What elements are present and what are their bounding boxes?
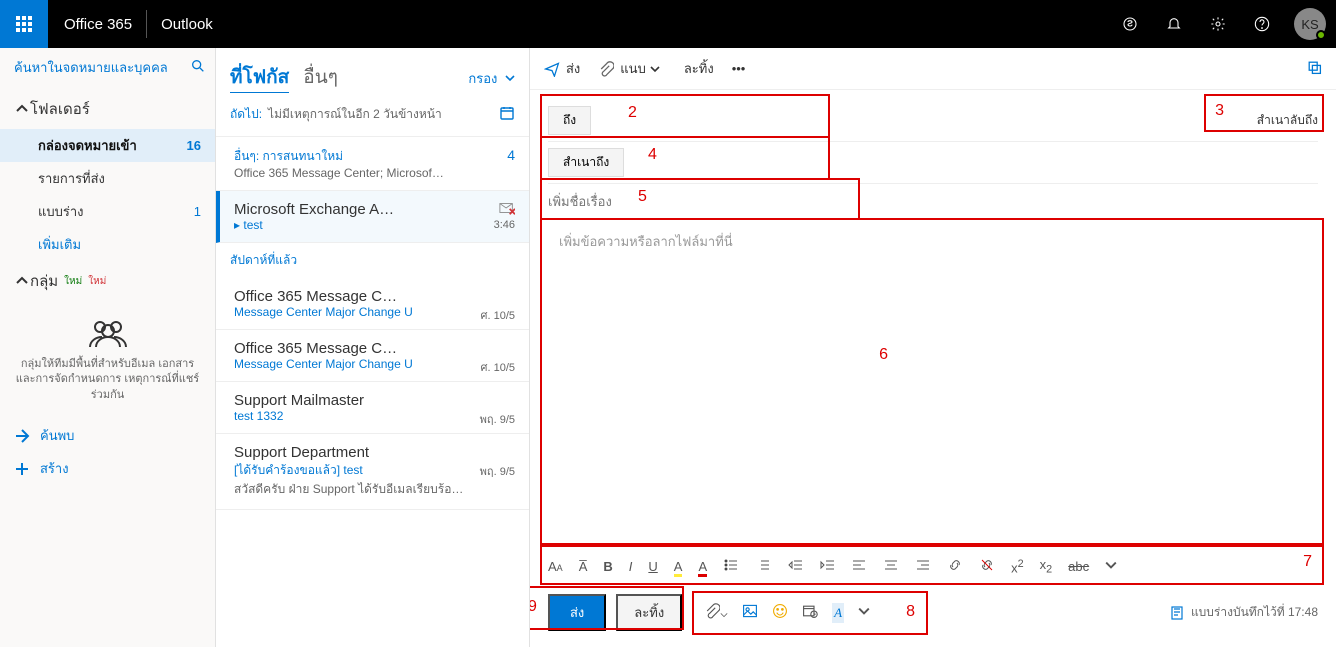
fontfamily-icon[interactable]: A̅ [579, 559, 588, 574]
bold-icon[interactable]: B [603, 559, 612, 574]
subject-field: 5 [548, 184, 1318, 220]
italic-icon[interactable]: I [629, 559, 633, 574]
search-input[interactable] [14, 60, 190, 75]
message-item[interactable]: Support Department [ได้รับคำร้องขอแล้ว] … [216, 434, 529, 510]
nav-more[interactable]: เพิ่มเติม [0, 228, 215, 261]
search-icon[interactable] [190, 58, 206, 77]
unlink-icon[interactable] [979, 557, 995, 576]
dismiss-icon[interactable] [499, 201, 515, 218]
draft-icon [1169, 605, 1185, 621]
more-options-icon[interactable] [858, 605, 870, 620]
nav-create[interactable]: สร้าง [0, 452, 215, 485]
signature-icon[interactable]: A [832, 603, 844, 623]
settings-icon[interactable] [1196, 0, 1240, 48]
message-list-pane: ที่โฟกัส อื่นๆ กรอง ถัดไป: ไม่มีเหตุการณ… [216, 48, 530, 647]
filter-button[interactable]: กรอง [468, 68, 515, 89]
tab-other[interactable]: อื่นๆ [303, 62, 338, 92]
cmd-send[interactable]: ส่ง [544, 58, 580, 79]
subscript-icon[interactable]: x2 [1040, 557, 1053, 576]
nav-discover[interactable]: ค้นพบ [0, 419, 215, 452]
chevron-up-icon [14, 273, 30, 289]
to-input[interactable] [601, 113, 1257, 128]
brand-app: Outlook [161, 16, 213, 33]
notifications-icon[interactable] [1152, 0, 1196, 48]
cc-field: สำเนาถึง 4 [548, 142, 1318, 184]
groups-empty: กลุ่มให้ทีมมีพื้นที่สำหรับอีเมล เอกสาร แ… [0, 301, 215, 419]
align-center-icon[interactable] [883, 557, 899, 576]
nav-inbox[interactable]: กล่องจดหมายเข้า16 [0, 129, 215, 162]
fontcolor-icon[interactable]: A [698, 559, 707, 574]
attach-file-icon[interactable] [704, 603, 728, 622]
other-conversations[interactable]: อื่นๆ: การสนทนาใหม่ Office 365 Message C… [216, 137, 529, 191]
to-button[interactable]: ถึง [548, 106, 591, 135]
groups-desc: กลุ่มให้ทีมมีพื้นที่สำหรับอีเมล เอกสาร แ… [10, 357, 205, 403]
nav-drafts[interactable]: แบบร่าง1 [0, 195, 215, 228]
message-item[interactable]: Office 365 Message C… Message Center Maj… [216, 330, 529, 382]
help-icon[interactable] [1240, 0, 1284, 48]
agenda-bar[interactable]: ถัดไป: ไม่มีเหตุการณ์ในอีก 2 วันข้างหน้า [216, 99, 529, 137]
new-badge: ใหม่ [64, 274, 82, 289]
reading-pane: ส่ง แนบ ละทิ้ง ••• ถึง สำเนาลับถึง 2 3 ส… [530, 48, 1336, 647]
compose-action-bar: ส่ง ละทิ้ง 9 A 8 แบบร่างบั [548, 582, 1318, 637]
underline-icon[interactable]: U [648, 559, 657, 574]
brand-divider [146, 10, 147, 38]
insert-picture-icon[interactable] [742, 603, 758, 622]
bullets-icon[interactable] [723, 557, 739, 576]
presence-dot [1316, 30, 1326, 40]
suite-bar: Office 365 Outlook KS [0, 0, 1336, 48]
folders-header[interactable]: โฟลเดอร์ [0, 89, 215, 129]
calendar-icon[interactable] [499, 105, 515, 124]
align-left-icon[interactable] [851, 557, 867, 576]
numbering-icon[interactable] [755, 557, 771, 576]
brand: Office 365 Outlook [48, 0, 229, 48]
nav-sent[interactable]: รายการที่ส่ง [0, 162, 215, 195]
superscript-icon[interactable]: x2 [1011, 558, 1024, 575]
groups-header[interactable]: กลุ่ม ใหม่ใหม่ [0, 261, 215, 301]
insert-emoji-icon[interactable] [772, 603, 788, 622]
message-item[interactable]: Microsoft Exchange A… ▸ test 3:46 [216, 191, 529, 243]
strike-icon[interactable]: abc [1068, 559, 1089, 574]
align-right-icon[interactable] [915, 557, 931, 576]
message-item[interactable]: Support Mailmaster test 1332 พฤ. 9/5 [216, 382, 529, 434]
nav-pane: โฟลเดอร์ กล่องจดหมายเข้า16 รายการที่ส่ง … [0, 48, 216, 647]
expand-format-icon[interactable] [1105, 559, 1117, 574]
body-editor[interactable]: เพิ่มข้อความหรือลากไฟล์มาที่นี่ [548, 220, 1318, 263]
tab-focused[interactable]: ที่โฟกัส [230, 62, 289, 93]
skype-icon[interactable] [1108, 0, 1152, 48]
section-lastweek: สัปดาห์ที่แล้ว [216, 243, 529, 278]
cmd-more[interactable]: ••• [732, 61, 746, 76]
cc-input[interactable] [634, 155, 1318, 170]
outdent-icon[interactable] [787, 557, 803, 576]
cmd-discard[interactable]: ละทิ้ง [684, 58, 714, 79]
groups-label: กลุ่ม [30, 269, 58, 293]
discard-button[interactable]: ละทิ้ง [616, 594, 682, 631]
cmd-popout[interactable] [1306, 59, 1322, 78]
schedule-send-icon[interactable] [802, 603, 818, 622]
subject-input[interactable] [548, 190, 1318, 213]
app-launcher[interactable] [0, 0, 48, 48]
cmd-attach[interactable]: แนบ [598, 58, 666, 79]
fontsize-icon[interactable]: AA [548, 559, 563, 574]
avatar[interactable]: KS [1294, 8, 1326, 40]
draft-saved-status: แบบร่างบันทึกไว้ที่ 17:48 [1169, 603, 1318, 622]
bcc-toggle[interactable]: สำเนาลับถึง [1257, 111, 1318, 130]
compose-command-bar: ส่ง แนบ ละทิ้ง ••• [530, 48, 1336, 90]
avatar-initials: KS [1301, 17, 1318, 32]
people-icon [84, 317, 132, 349]
cc-button[interactable]: สำเนาถึง [548, 148, 624, 177]
folders-label: โฟลเดอร์ [30, 97, 90, 121]
message-item[interactable]: Office 365 Message C… Message Center Maj… [216, 278, 529, 330]
format-toolbar: AA A̅ B I U A A x2 x2 abc [548, 551, 1318, 582]
link-icon[interactable] [947, 557, 963, 576]
chevron-up-icon [14, 101, 30, 117]
send-button[interactable]: ส่ง [548, 594, 606, 631]
highlight-icon[interactable]: A [674, 559, 683, 574]
brand-suite: Office 365 [64, 16, 132, 33]
indent-icon[interactable] [819, 557, 835, 576]
to-field: ถึง สำเนาลับถึง 2 3 [548, 100, 1318, 142]
